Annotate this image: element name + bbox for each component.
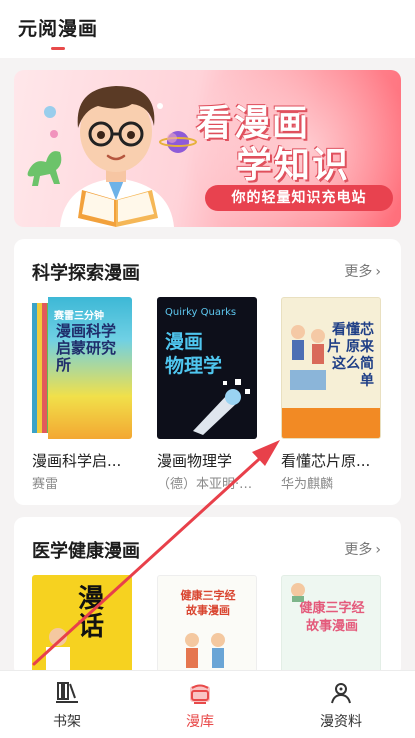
more-label: 更多 [344,264,373,280]
cover-title-line1: 漫画 [165,331,204,353]
app-header: 元阅漫画 [0,0,415,58]
book-title: 漫画科学启... [32,452,122,470]
more-label: 更多 [344,542,373,558]
section-science: 科学探索漫画 更多 › 赛雷三分钟 漫画科学启蒙研究所 漫画科学启... 赛雷 Q… [14,239,401,505]
bottom-nav: 书架 漫库 漫资料 [0,670,415,738]
book-cover: 赛雷三分钟 漫画科学启蒙研究所 [32,297,132,439]
rocket-illustration [193,379,250,435]
more-link[interactable]: 更多 › [344,539,381,559]
book-title: 看懂芯片原... [281,452,371,470]
book-cover: Quirky Quarks 漫画 物理学 [157,297,257,439]
mascot-illustration [27,86,197,227]
banner-title-line2: 学知识 [236,145,351,186]
nav-item-materials[interactable]: 漫资料 [301,679,381,731]
book-item[interactable]: 赛雷三分钟 漫画科学启蒙研究所 漫画科学启... 赛雷 [32,297,132,492]
section-medical: 医学健康漫画 更多 › 漫话 健康三字经 故事漫画 健康三字经 故事漫画 [14,517,401,677]
nav-item-comic-library[interactable]: 漫库 [160,679,240,731]
book-item[interactable]: 漫话 [32,575,132,677]
comic-library-icon [190,684,210,704]
book-item[interactable]: Quirky Quarks 漫画 物理学 漫画物理学 （德）本亚明·兄... [157,297,261,492]
section-title: 医学健康漫画 [32,541,140,562]
book-item[interactable]: 健康三字经 故事漫画 [281,575,381,677]
cover-title: 漫画科学启蒙研究所 [56,322,117,374]
nav-item-bookshelf[interactable]: 书架 [27,679,107,731]
cover-series: 赛雷三分钟 [54,311,104,322]
nav-label: 书架 [53,714,81,730]
book-author: 华为麒麟 [281,477,334,492]
cover-title: 漫话 [78,584,105,642]
cover-bottom-band [282,408,380,438]
bookshelf-icon [56,682,78,703]
nav-label: 漫资料 [320,714,362,730]
chevron-right-icon: › [375,264,381,280]
banner-slogan: 你的轻量知识充电站 [205,185,393,211]
more-link[interactable]: 更多 › [344,261,381,281]
app-title: 元阅漫画 [18,18,99,40]
book-author: 赛雷 [32,477,59,492]
cover-title: 健康三字经 故事漫画 [299,601,365,634]
cover-title: 健康三字经 故事漫画 [180,589,236,617]
book-author: （德）本亚明·兄... [157,477,261,492]
characters-illustration [290,325,326,390]
book-cover: 看懂芯片 原来这么简单 [281,297,381,439]
nav-label: 漫库 [186,714,214,730]
book-item[interactable]: 健康三字经 故事漫画 [157,575,257,677]
title-underline [51,47,65,50]
book-title: 漫画物理学 [157,452,233,470]
cover-title-line2: 物理学 [165,355,223,377]
family-illustration [185,633,225,668]
promo-banner[interactable]: 看漫画 学知识 你的轻量知识充电站 [14,70,401,227]
doctor-illustration [46,628,70,675]
profile-icon [331,683,351,704]
book-item[interactable]: 看懂芯片 原来这么简单 看懂芯片原... 华为麒麟 [281,297,381,492]
chevron-right-icon: › [375,542,381,558]
cover-english-title: Quirky Quarks [165,307,237,318]
decoration-graphic [291,583,305,602]
section-title: 科学探索漫画 [32,263,140,284]
